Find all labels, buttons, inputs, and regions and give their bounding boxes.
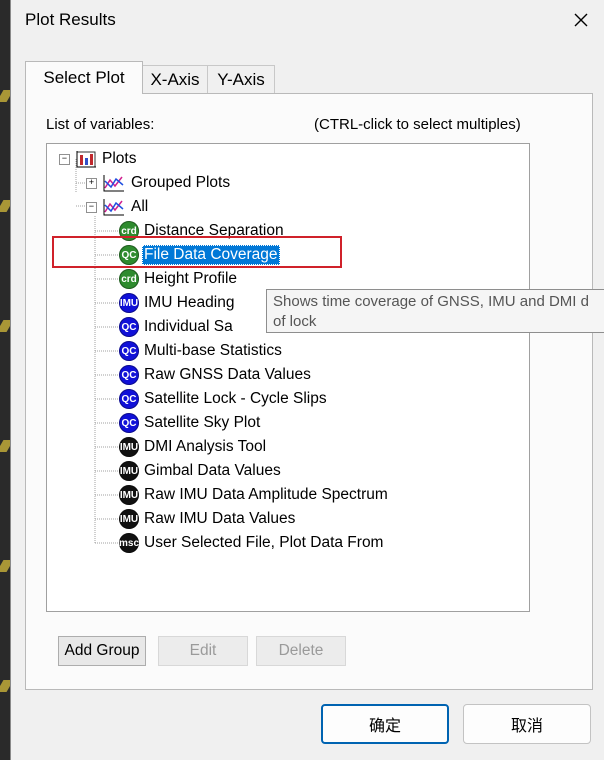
tab-y-axis[interactable]: Y-Axis: [207, 65, 275, 94]
chart-group-icon: [103, 199, 124, 216]
tree-item-gimbal-data-values[interactable]: IMU Gimbal Data Values: [119, 459, 283, 483]
tab-label: Y-Axis: [217, 70, 265, 89]
tooltip-line: Shows time coverage of GNSS, IMU and DMI…: [273, 293, 589, 310]
tree-label: IMU Heading: [144, 294, 235, 311]
item-tooltip: Shows time coverage of GNSS, IMU and DMI…: [266, 289, 604, 333]
tree-label: Raw IMU Data Values: [144, 510, 296, 527]
imu-icon: IMU: [119, 293, 139, 313]
tree-node-plots[interactable]: − Plots: [59, 147, 138, 171]
tab-label: Select Plot: [43, 68, 125, 87]
add-group-button[interactable]: Add Group: [58, 636, 146, 666]
tree-item-satellite-sky-plot[interactable]: QC Satellite Sky Plot: [119, 411, 262, 435]
crd-icon: crd: [119, 269, 139, 289]
close-button[interactable]: [567, 6, 595, 34]
button-label: Edit: [189, 642, 217, 659]
tree-item-satellite-lock-cycle-slips[interactable]: QC Satellite Lock - Cycle Slips: [119, 387, 329, 411]
tree-label: Plots: [102, 150, 137, 167]
tree-item-individual-sa[interactable]: QC Individual Sa: [119, 315, 235, 339]
button-label: Add Group: [64, 642, 140, 659]
collapse-icon[interactable]: −: [86, 201, 97, 213]
edit-button[interactable]: Edit: [158, 636, 248, 666]
tree-label: Raw GNSS Data Values: [144, 366, 311, 383]
tree-item-imu-heading[interactable]: IMU IMU Heading: [119, 291, 236, 315]
tree-label: Gimbal Data Values: [144, 462, 281, 479]
tree-node-grouped-plots[interactable]: + Grouped Plots: [86, 171, 232, 195]
qc-icon: QC: [119, 413, 139, 433]
tree-label: User Selected File, Plot Data From: [144, 534, 384, 551]
cancel-button[interactable]: 取消: [463, 704, 591, 744]
chart-group-icon: [103, 175, 124, 192]
tree-label: DMI Analysis Tool: [144, 438, 267, 455]
imu-icon: IMU: [119, 509, 139, 529]
plots-folder-icon: [76, 151, 96, 168]
tooltip-line: of lock: [273, 313, 317, 330]
window-title: Plot Results: [25, 10, 116, 29]
list-of-variables-label: List of variables:: [46, 116, 155, 133]
button-label: Delete: [278, 642, 324, 659]
multi-select-hint: (CTRL-click to select multiples): [314, 116, 521, 133]
tree-item-raw-imu-amplitude-spectrum[interactable]: IMU Raw IMU Data Amplitude Spectrum: [119, 483, 390, 507]
tab-select-plot[interactable]: Select Plot: [25, 61, 143, 94]
close-icon: [574, 13, 588, 27]
qc-icon: QC: [119, 389, 139, 409]
tree-node-all[interactable]: − All: [86, 195, 150, 219]
button-label: 取消: [510, 718, 543, 735]
tree-item-raw-gnss-data-values[interactable]: QC Raw GNSS Data Values: [119, 363, 313, 387]
qc-icon: QC: [119, 317, 139, 337]
tree-label: Satellite Sky Plot: [144, 414, 261, 431]
tree-item-dmi-analysis-tool[interactable]: IMU DMI Analysis Tool: [119, 435, 268, 459]
imu-icon: IMU: [119, 461, 139, 481]
collapse-icon[interactable]: −: [59, 153, 70, 165]
tree-item-raw-imu-data-values[interactable]: IMU Raw IMU Data Values: [119, 507, 297, 531]
tree-label: Grouped Plots: [131, 174, 231, 191]
tree-label: Satellite Lock - Cycle Slips: [144, 390, 327, 407]
tree-label: All: [131, 198, 149, 215]
imu-icon: IMU: [119, 437, 139, 457]
imu-icon: IMU: [119, 485, 139, 505]
tree-label: Raw IMU Data Amplitude Spectrum: [144, 486, 388, 503]
msc-icon: msc: [119, 533, 139, 553]
variables-tree[interactable]: − Plots + Grouped Plots − All crd Distan…: [46, 143, 530, 612]
ok-button[interactable]: 确定: [321, 704, 449, 744]
plot-results-dialog: Plot Results Select Plot X-Axis Y-Axis L…: [10, 0, 604, 760]
tree-item-user-selected-file[interactable]: msc User Selected File, Plot Data From: [119, 531, 385, 555]
tree-item-height-profile[interactable]: crd Height Profile: [119, 267, 239, 291]
tree-item-multi-base-statistics[interactable]: QC Multi-base Statistics: [119, 339, 284, 363]
title-bar: Plot Results: [11, 0, 604, 40]
annotation-highlight: [52, 236, 342, 268]
delete-button[interactable]: Delete: [256, 636, 346, 666]
dialog-footer: 确定 取消: [11, 692, 604, 760]
tree-label: Individual Sa: [144, 318, 233, 335]
tree-label: Multi-base Statistics: [144, 342, 282, 359]
qc-icon: QC: [119, 365, 139, 385]
tab-label: X-Axis: [150, 70, 200, 89]
tree-label: Height Profile: [144, 270, 238, 287]
select-plot-panel: List of variables: (CTRL-click to select…: [25, 93, 593, 690]
button-label: 确定: [368, 718, 401, 735]
tab-x-axis[interactable]: X-Axis: [141, 65, 209, 94]
expand-icon[interactable]: +: [86, 177, 97, 189]
qc-icon: QC: [119, 341, 139, 361]
